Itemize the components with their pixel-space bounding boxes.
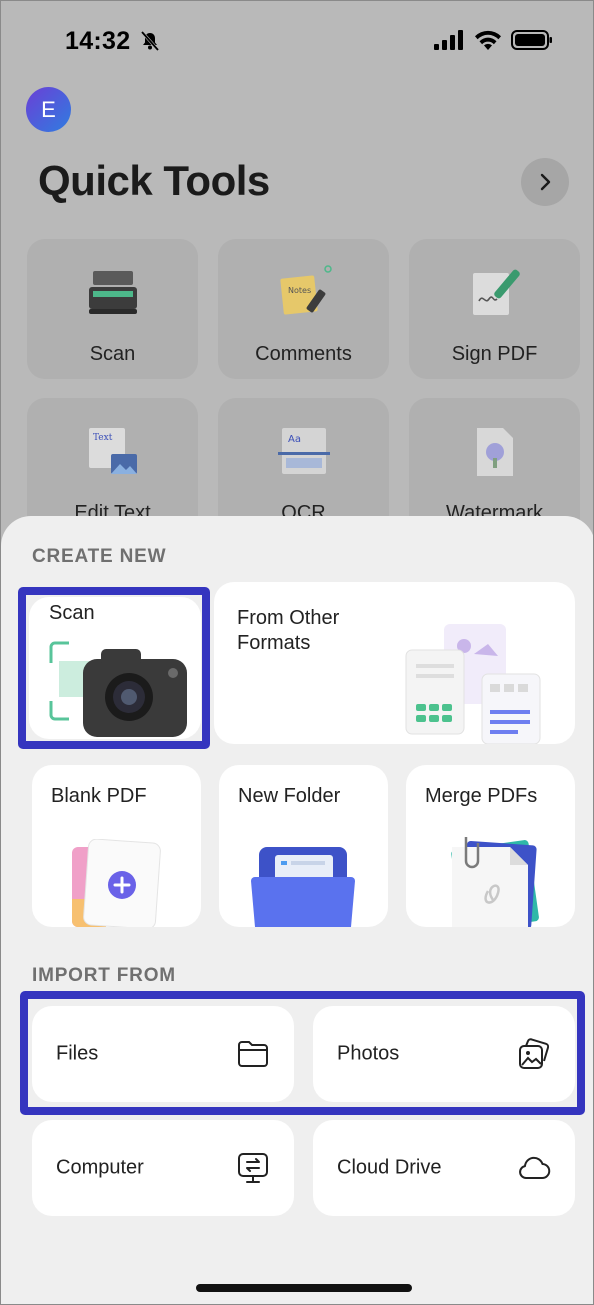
create-other-formats-card[interactable]: From Other Formats — [214, 582, 575, 744]
notes-icon: Notes — [279, 265, 332, 315]
chevron-right-icon — [540, 173, 551, 191]
edit-text-icon: Text — [88, 428, 137, 474]
merge-documents-icon — [451, 837, 539, 927]
tool-comments[interactable]: Notes Comments — [218, 239, 389, 379]
tool-label: Comments — [255, 343, 352, 365]
create-blank-pdf-card[interactable]: Blank PDF — [32, 765, 201, 927]
highlight-import — [20, 991, 585, 1115]
signature-icon — [472, 269, 520, 315]
wifi-icon — [475, 30, 501, 50]
blank-pdf-label: Blank PDF — [51, 785, 147, 807]
new-folder-label: New Folder — [238, 785, 341, 807]
highlight-scan — [18, 587, 210, 749]
svg-text:Text: Text — [93, 433, 113, 443]
other-formats-label: From Other Formats — [237, 607, 340, 654]
cloud-drive-label: Cloud Drive — [337, 1156, 442, 1179]
import-computer-card[interactable]: Computer — [32, 1120, 294, 1216]
scanner-icon — [88, 271, 137, 314]
home-indicator[interactable] — [196, 1284, 412, 1292]
battery-icon — [511, 30, 552, 50]
computer-transfer-icon — [238, 1153, 268, 1183]
signal-icon — [434, 30, 463, 50]
bell-muted-icon — [140, 31, 160, 51]
section-create-new: CREATE NEW — [32, 546, 167, 567]
watermark-icon — [476, 428, 513, 476]
avatar[interactable]: E — [26, 87, 71, 132]
tool-sign-pdf[interactable]: Sign PDF — [409, 239, 580, 379]
tool-scan[interactable]: Scan — [27, 239, 198, 379]
page-title: Quick Tools — [38, 157, 270, 204]
blank-document-icon — [72, 839, 161, 927]
computer-label: Computer — [56, 1156, 144, 1179]
import-cloud-drive-card[interactable]: Cloud Drive — [313, 1120, 575, 1216]
ocr-icon: Aa — [277, 428, 330, 474]
more-tools-button[interactable] — [521, 158, 569, 206]
merge-pdfs-label: Merge PDFs — [425, 785, 538, 807]
svg-text:Aa: Aa — [288, 434, 301, 445]
documents-icon — [405, 624, 541, 744]
create-sheet: CREATE NEW Scan From Other Formats Blank… — [1, 516, 593, 1304]
create-merge-pdfs-card[interactable]: Merge PDFs — [406, 765, 575, 927]
screen: 14:32 E Quick Tools Scan Notes Comments … — [0, 0, 594, 1305]
tool-label: Scan — [89, 343, 136, 365]
status-time: 14:32 — [65, 27, 131, 55]
tool-label: Sign PDF — [451, 343, 538, 365]
cloud-icon — [519, 1156, 551, 1180]
create-new-folder-card[interactable]: New Folder — [219, 765, 388, 927]
section-import-from: IMPORT FROM — [32, 965, 176, 986]
svg-text:Notes: Notes — [288, 286, 311, 295]
folder-icon — [251, 847, 355, 927]
